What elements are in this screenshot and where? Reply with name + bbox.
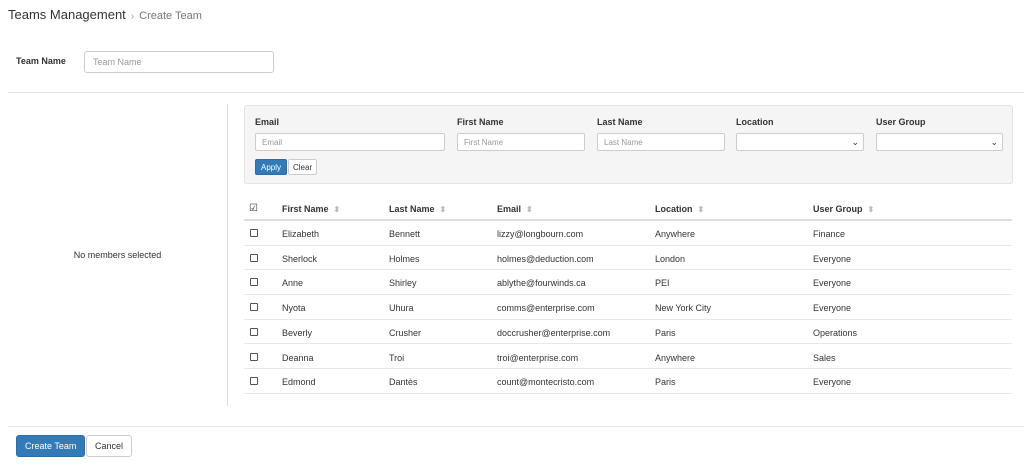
filter-email-group: Email <box>255 117 445 151</box>
sort-icon: ⬍ <box>526 204 533 214</box>
table-row[interactable]: Beverly Crusher doccrusher@enterprise.co… <box>244 320 1012 345</box>
team-name-label: Team Name <box>16 56 66 66</box>
breadcrumb-current: Create Team <box>139 10 202 22</box>
divider <box>8 92 1024 93</box>
filter-location-group: Location ⌄ <box>736 117 864 151</box>
filter-location-select[interactable]: ⌄ <box>736 133 864 151</box>
selected-members-panel: No members selected <box>8 104 228 406</box>
cell-location: Paris <box>655 327 676 338</box>
apply-button[interactable]: Apply <box>255 159 288 175</box>
create-team-button[interactable]: Create Team <box>16 435 86 457</box>
sort-icon: ⬍ <box>439 204 447 214</box>
filter-first-name-group: First Name <box>457 117 585 151</box>
row-checkbox[interactable] <box>250 377 258 386</box>
cell-user-group: Operations <box>813 327 858 338</box>
table-row[interactable]: Edmond Dantès count@montecristo.com Pari… <box>244 369 1012 394</box>
cell-location: PEI <box>655 278 670 289</box>
cell-user-group: Sales <box>813 352 836 363</box>
cell-last-name: Holmes <box>389 253 420 264</box>
filter-user-group-group: User Group ⌄ <box>876 117 1003 151</box>
cell-last-name: Troi <box>389 352 405 363</box>
divider <box>8 426 1024 427</box>
filter-email-label: Email <box>255 117 280 127</box>
column-label: User Group <box>813 204 863 214</box>
cell-user-group: Everyone <box>813 377 852 388</box>
row-checkbox[interactable] <box>250 327 258 336</box>
column-label: Last Name <box>389 204 435 214</box>
cell-email: doccrusher@enterprise.com <box>497 327 611 338</box>
column-label: Location <box>655 204 693 214</box>
row-checkbox[interactable] <box>250 229 258 237</box>
cell-email: holmes@deduction.com <box>497 253 594 264</box>
cell-user-group: Everyone <box>813 278 852 289</box>
cell-first-name: Anne <box>282 278 304 289</box>
filter-last-name-group: Last Name <box>597 117 725 151</box>
filter-user-group-label: User Group <box>876 117 926 127</box>
table-row[interactable]: Nyota Uhura comms@enterprise.com New Yor… <box>244 295 1012 320</box>
filter-first-name-input[interactable] <box>457 133 585 151</box>
filter-panel: Email First Name Last Name Location ⌄ Us… <box>244 105 1013 184</box>
cell-first-name: Deanna <box>282 352 314 363</box>
cell-last-name: Dantès <box>389 377 418 388</box>
clear-button[interactable]: Clear <box>288 159 318 175</box>
sort-icon: ⬍ <box>697 204 705 214</box>
table-row[interactable]: Anne Shirley ablythe@fourwinds.ca PEI Ev… <box>244 270 1012 296</box>
sort-icon: ⬍ <box>867 204 875 214</box>
sort-icon: ⬍ <box>333 204 341 214</box>
cell-first-name: Edmond <box>282 377 316 388</box>
cell-email: troi@enterprise.com <box>497 352 579 363</box>
cell-location: Anywhere <box>655 229 696 239</box>
column-header-email[interactable]: Email ⬍ <box>497 204 533 214</box>
cell-first-name: Nyota <box>282 303 306 314</box>
cell-email: ablythe@fourwinds.ca <box>497 278 586 289</box>
column-header-first-name[interactable]: First Name ⬍ <box>282 204 340 214</box>
cell-last-name: Uhura <box>389 303 414 314</box>
filter-email-input[interactable] <box>255 133 445 151</box>
cell-first-name: Beverly <box>282 327 313 338</box>
cell-email: lizzy@longbourn.com <box>497 229 584 239</box>
row-checkbox[interactable] <box>250 352 258 361</box>
column-header-last-name[interactable]: Last Name ⬍ <box>389 204 446 214</box>
cell-location: New York City <box>655 303 712 314</box>
cell-user-group: Everyone <box>813 303 852 314</box>
cell-user-group: Everyone <box>813 253 852 264</box>
no-members-text: No members selected <box>73 250 162 260</box>
breadcrumb: Teams Management › Create Team <box>8 7 202 22</box>
cell-last-name: Bennett <box>389 229 421 239</box>
row-checkbox[interactable] <box>250 303 258 312</box>
cell-email: comms@enterprise.com <box>497 303 595 314</box>
cancel-button[interactable]: Cancel <box>86 435 133 457</box>
select-all-checkbox[interactable]: ☑ <box>249 203 258 214</box>
cell-last-name: Shirley <box>389 278 417 289</box>
cell-first-name: Elizabeth <box>282 229 320 239</box>
cell-last-name: Crusher <box>389 327 422 338</box>
filter-location-label: Location <box>736 117 774 127</box>
filter-first-name-label: First Name <box>457 117 504 127</box>
column-label: Email <box>497 204 522 214</box>
column-label: First Name <box>282 204 329 214</box>
cell-location: Paris <box>655 377 676 388</box>
cell-user-group: Finance <box>813 229 846 239</box>
column-header-location[interactable]: Location ⬍ <box>655 204 704 214</box>
cell-email: count@montecristo.com <box>497 377 595 388</box>
cell-location: Anywhere <box>655 352 696 363</box>
filter-last-name-input[interactable] <box>597 133 725 151</box>
table-row[interactable]: Deanna Troi troi@enterprise.com Anywhere… <box>244 345 1012 370</box>
row-checkbox[interactable] <box>250 278 258 287</box>
table-row[interactable]: Elizabeth Bennett lizzy@longbourn.com An… <box>244 221 1012 246</box>
table-header: ☑ First Name ⬍ Last Name ⬍ Email ⬍ Location… <box>244 198 1012 221</box>
table-row[interactable]: Sherlock Holmes holmes@deduction.com Lon… <box>244 246 1012 271</box>
team-name-input[interactable] <box>84 51 274 73</box>
column-header-user-group[interactable]: User Group ⬍ <box>813 204 874 214</box>
filter-user-group-select[interactable]: ⌄ <box>876 133 1003 151</box>
breadcrumb-teams-management[interactable]: Teams Management <box>8 7 126 22</box>
chevron-down-icon: ⌄ <box>851 137 859 147</box>
filter-last-name-label: Last Name <box>597 117 643 127</box>
cell-first-name: Sherlock <box>282 253 318 264</box>
row-checkbox[interactable] <box>250 253 258 262</box>
cell-location: London <box>655 253 686 264</box>
breadcrumb-separator: › <box>130 11 135 22</box>
chevron-down-icon: ⌄ <box>990 137 998 147</box>
